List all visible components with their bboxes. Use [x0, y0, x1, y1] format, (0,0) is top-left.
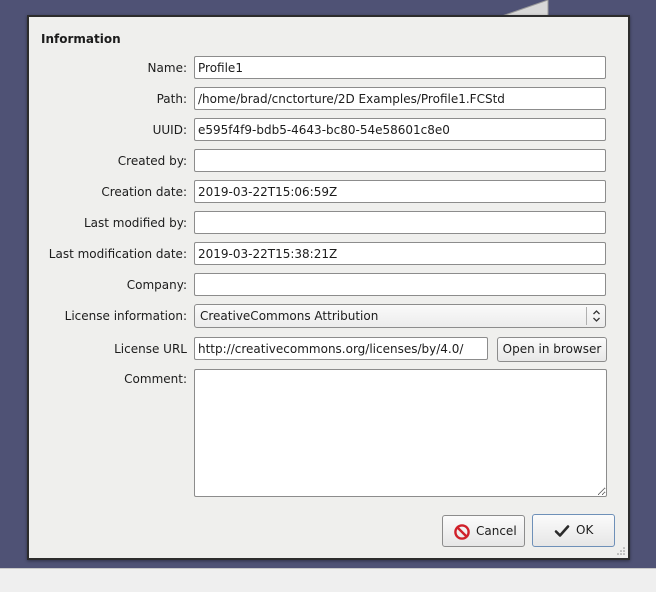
last-modified-by-field[interactable]: [194, 211, 606, 234]
last-modification-date-label: Last modification date:: [48, 247, 187, 261]
last-modified-by-label: Last modified by:: [83, 216, 187, 230]
cancel-label: Cancel: [476, 524, 517, 538]
license-information-label: License information:: [64, 309, 187, 323]
creation-date-label: Creation date:: [101, 185, 187, 199]
desktop-bottom-strip: [0, 568, 656, 592]
resize-grip-icon[interactable]: [616, 546, 626, 556]
cancel-icon: [454, 524, 470, 540]
comment-textarea[interactable]: [194, 369, 607, 497]
last-modification-date-row: Last modification date:: [29, 242, 628, 266]
updown-arrows-icon: [586, 307, 605, 325]
license-information-row: License information: CreativeCommons Att…: [29, 304, 628, 328]
path-field[interactable]: [194, 87, 606, 110]
license-url-row: License URL Open in browser: [29, 337, 628, 362]
company-row: Company:: [29, 273, 628, 297]
uuid-label: UUID:: [152, 123, 187, 137]
background-window-shape: [501, 0, 549, 16]
last-modification-date-field[interactable]: [194, 242, 606, 265]
uuid-row: UUID:: [29, 118, 628, 142]
created-by-label: Created by:: [117, 154, 187, 168]
cancel-button[interactable]: Cancel: [442, 515, 525, 547]
name-field[interactable]: [194, 56, 606, 79]
created-by-row: Created by:: [29, 149, 628, 173]
license-select[interactable]: CreativeCommons Attribution: [194, 304, 606, 328]
license-url-label: License URL: [114, 342, 187, 356]
created-by-field[interactable]: [194, 149, 606, 172]
path-label: Path:: [156, 92, 187, 106]
comment-label: Comment:: [124, 372, 187, 386]
document-information-dialog: Information Name: Path: UUID: Created by…: [27, 15, 630, 560]
checkmark-icon: [554, 523, 570, 539]
company-label: Company:: [126, 278, 187, 292]
last-modified-by-row: Last modified by:: [29, 211, 628, 235]
name-label: Name:: [147, 61, 187, 75]
creation-date-field[interactable]: [194, 180, 606, 203]
open-in-browser-button[interactable]: Open in browser: [497, 337, 607, 362]
license-select-value: CreativeCommons Attribution: [200, 309, 379, 323]
ok-label: OK: [576, 523, 594, 537]
ok-button[interactable]: OK: [532, 514, 615, 547]
name-row: Name:: [29, 56, 628, 80]
company-field[interactable]: [194, 273, 606, 296]
license-url-field[interactable]: [194, 337, 488, 360]
creation-date-row: Creation date:: [29, 180, 628, 204]
path-row: Path:: [29, 87, 628, 111]
section-title: Information: [41, 32, 121, 46]
uuid-field[interactable]: [194, 118, 606, 141]
